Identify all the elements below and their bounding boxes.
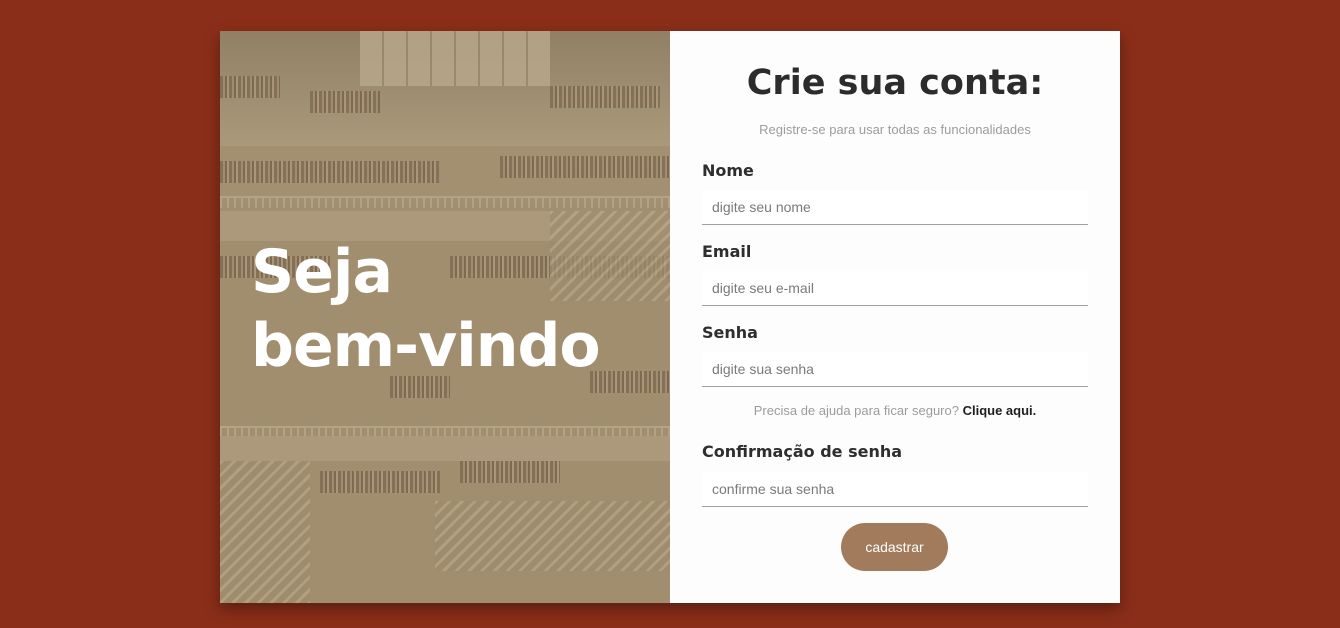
welcome-heading-line1: Seja bbox=[251, 237, 393, 307]
name-label: Nome bbox=[702, 161, 754, 180]
name-input[interactable] bbox=[702, 190, 1088, 225]
welcome-heading: Seja bem-vindo bbox=[251, 235, 601, 383]
submit-button[interactable]: cadastrar bbox=[841, 523, 948, 571]
form-subtitle: Registre-se para usar todas as funcional… bbox=[759, 122, 1031, 137]
confirm-password-label: Confirmação de senha bbox=[702, 442, 903, 461]
welcome-heading-line2: bem-vindo bbox=[251, 311, 601, 381]
password-input[interactable] bbox=[702, 352, 1088, 387]
email-input[interactable] bbox=[702, 271, 1088, 306]
password-label: Senha bbox=[702, 323, 758, 342]
help-link[interactable]: Clique aqui. bbox=[963, 403, 1037, 418]
hero-panel: Seja bem-vindo bbox=[220, 31, 670, 603]
form-title: Crie sua conta: bbox=[746, 63, 1044, 103]
help-text: Precisa de ajuda para ficar seguro? Cliq… bbox=[670, 403, 1120, 418]
email-label: Email bbox=[702, 242, 752, 261]
signup-form: Crie sua conta: Registre-se para usar to… bbox=[670, 31, 1120, 603]
confirm-password-input[interactable] bbox=[702, 472, 1088, 507]
help-text-label: Precisa de ajuda para ficar seguro? bbox=[753, 403, 959, 418]
signup-card: Seja bem-vindo Crie sua conta: Registre-… bbox=[220, 31, 1120, 603]
